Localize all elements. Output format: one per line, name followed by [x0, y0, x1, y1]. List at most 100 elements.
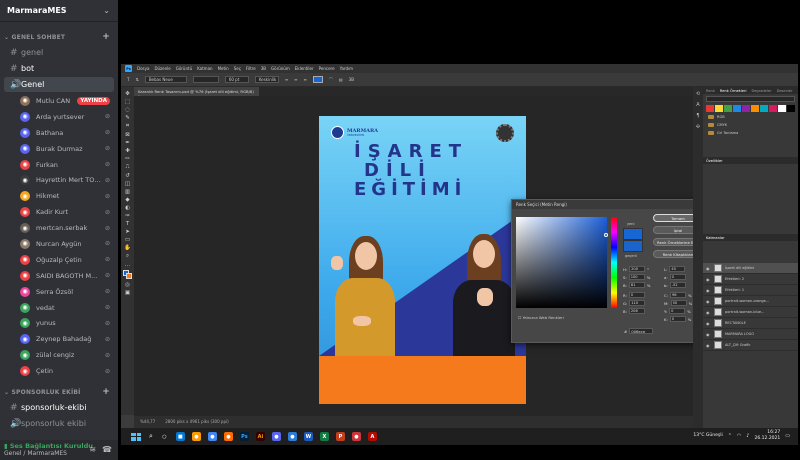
- field-input[interactable]: 0: [669, 308, 686, 314]
- add-channel-icon[interactable]: +: [102, 387, 110, 397]
- character-panel-icon[interactable]: ▤: [339, 77, 343, 82]
- eye-icon[interactable]: ◉: [706, 288, 711, 293]
- channel-1[interactable]: # bot: [4, 61, 114, 76]
- warp-text-icon[interactable]: ⌒: [329, 77, 333, 83]
- color-field-b[interactable]: B: 81%: [623, 282, 651, 288]
- category-sponsorluk[interactable]: ⌄ SPONSORLUK EKİBİ +: [0, 385, 118, 399]
- voice-member[interactable]: ◉ Kadir Kurt ⊘: [0, 204, 118, 220]
- taskbar-app-icon[interactable]: ●: [223, 432, 233, 441]
- menu-item[interactable]: Filtre: [246, 66, 256, 71]
- voice-member[interactable]: ◉ Serra Özsöl ⊘: [0, 284, 118, 300]
- voice-member[interactable]: ◉ yunus ⊘: [0, 315, 118, 331]
- voice-member[interactable]: ◉ vedat ⊘: [0, 300, 118, 316]
- quick-mask-icon[interactable]: ◎: [125, 282, 130, 288]
- voice-member[interactable]: ◉ SAIDI BAGOTH M... ⊘: [0, 268, 118, 284]
- zoom-level[interactable]: %44,77: [140, 419, 155, 425]
- websafe-checkbox[interactable]: ☐ Yalnızca Web Renkleri: [518, 315, 564, 320]
- color-field-b[interactable]: B: 206: [623, 308, 647, 314]
- menu-item[interactable]: Seç: [234, 66, 241, 71]
- wifi-icon[interactable]: ◠: [737, 433, 741, 439]
- font-size-select[interactable]: 60 pt: [224, 76, 249, 83]
- tab-properties[interactable]: Özellikler: [706, 159, 723, 163]
- chevron-down-icon[interactable]: ⌄: [103, 6, 110, 15]
- voice-member[interactable]: ◉ Bathana ⊘: [0, 125, 118, 141]
- font-family-select[interactable]: Bebas Neue: [144, 76, 187, 83]
- taskbar-app-icon[interactable]: ○: [159, 432, 169, 441]
- field-input[interactable]: 206: [628, 308, 645, 314]
- history-brush-icon[interactable]: ↺: [125, 173, 130, 179]
- taskbar-app-icon[interactable]: ■: [175, 432, 185, 441]
- align-left-icon[interactable]: ≡: [285, 77, 288, 82]
- field-input[interactable]: 0: [669, 316, 686, 322]
- color-swatch[interactable]: [706, 105, 714, 112]
- antialias-select[interactable]: Keskinlik: [254, 76, 279, 83]
- layer-row[interactable]: ◉ ALT_Çift Grafik: [703, 340, 798, 351]
- character-icon[interactable]: A: [696, 102, 699, 108]
- color-swatch[interactable]: [787, 105, 795, 112]
- menu-item[interactable]: Eklentiler: [295, 66, 314, 71]
- color-swatch[interactable]: [724, 105, 732, 112]
- eye-icon[interactable]: ◉: [706, 299, 711, 304]
- brush-tool-icon[interactable]: ✏: [125, 156, 130, 162]
- field-input[interactable]: -52: [669, 282, 686, 288]
- voice-member[interactable]: ◉ Oğuzalp Çetin ⊘: [0, 252, 118, 268]
- disconnect-icon[interactable]: ☎: [102, 445, 112, 454]
- notification-icon[interactable]: ▭: [785, 433, 790, 439]
- swatch-tab[interactable]: Desenler: [777, 89, 793, 93]
- photoshop-logo-icon[interactable]: Ps: [125, 65, 132, 72]
- voice-member[interactable]: ◉ Çetin ⊘: [0, 363, 118, 379]
- weather-widget[interactable]: 13°C Güneşli: [693, 433, 722, 438]
- field-input[interactable]: 81: [628, 282, 645, 288]
- color-field-s[interactable]: S: 100%: [623, 274, 650, 280]
- color-field-m[interactable]: M: 50%: [664, 300, 692, 306]
- menu-item[interactable]: Görüntü: [176, 66, 192, 71]
- voice-member[interactable]: ◉ zülal cengiz ⊘: [0, 347, 118, 363]
- menu-item[interactable]: Dosya: [137, 66, 149, 71]
- swatch-search-input[interactable]: [706, 96, 795, 102]
- swatch-tab[interactable]: Renk: [706, 89, 715, 93]
- path-select-icon[interactable]: ➤: [125, 229, 130, 235]
- quick-select-icon[interactable]: ✎: [125, 115, 130, 121]
- pen-tool-icon[interactable]: ✑: [125, 213, 130, 219]
- hex-input[interactable]: 006ece: [629, 328, 654, 334]
- type-tool-icon[interactable]: T: [127, 77, 129, 82]
- layer-row[interactable]: ◉ portrait-woman-blue...: [703, 307, 798, 318]
- layer-row[interactable]: ◉ İşaret dili eğitimi: [703, 263, 798, 274]
- paragraph-icon[interactable]: ¶: [696, 113, 699, 119]
- field-input[interactable]: 110: [629, 300, 646, 306]
- tray-chevron-icon[interactable]: ⌃: [728, 433, 732, 439]
- saturation-brightness-field[interactable]: [516, 217, 608, 308]
- color-field-h[interactable]: H: 200 °: [623, 266, 649, 272]
- gradient-tool-icon[interactable]: ▥: [125, 189, 130, 195]
- menu-item[interactable]: Düzenle: [154, 66, 170, 71]
- menu-item[interactable]: Yardım: [340, 66, 353, 71]
- eye-icon[interactable]: ◉: [706, 310, 711, 315]
- lasso-tool-icon[interactable]: ◌: [125, 107, 130, 113]
- ps-canvas-area[interactable]: MARMARA ÜNİVERSİTESİ İŞARET DİLİ EĞİTİMİ: [134, 96, 708, 416]
- menu-item[interactable]: 3B: [261, 66, 266, 71]
- taskbar-app-icon[interactable]: ●: [351, 432, 361, 441]
- channel-1[interactable]: 🔊 sponsorluk ekibi: [4, 416, 114, 431]
- align-center-icon[interactable]: ≡: [294, 77, 297, 82]
- color-field-r[interactable]: R: 0: [623, 292, 647, 298]
- menu-item[interactable]: Metin: [218, 66, 229, 71]
- voice-member[interactable]: ◉ mertcan.serbak ⊘: [0, 220, 118, 236]
- font-style-select[interactable]: [192, 76, 219, 83]
- taskbar-app-icon[interactable]: P: [335, 432, 345, 441]
- layer-row[interactable]: ◉ MARMARA LOGO: [703, 329, 798, 340]
- field-input[interactable]: 0: [669, 274, 686, 280]
- eyedropper-icon[interactable]: ✒: [125, 140, 130, 146]
- menu-item[interactable]: Pencere: [319, 66, 335, 71]
- taskbar-app-icon[interactable]: A: [367, 432, 377, 441]
- eraser-tool-icon[interactable]: ◫: [125, 181, 130, 187]
- voice-member[interactable]: ◉ Furkan ⊘: [0, 157, 118, 173]
- poster-title[interactable]: İŞARET DİLİ EĞİTİMİ: [354, 142, 504, 199]
- voice-member[interactable]: ◉ Arda yurtsever ⊘: [0, 109, 118, 125]
- blur-tool-icon[interactable]: ◆: [125, 197, 129, 203]
- color-field-a[interactable]: a: 0: [664, 274, 688, 280]
- taskbar-app-icon[interactable]: Ai: [255, 432, 265, 441]
- type-tool-icon[interactable]: T: [126, 221, 129, 227]
- move-tool-icon[interactable]: ✥: [125, 91, 130, 97]
- hex-field[interactable]: # 006ece: [624, 328, 654, 334]
- layer-row[interactable]: ◉ Efektleri: 1: [703, 285, 798, 296]
